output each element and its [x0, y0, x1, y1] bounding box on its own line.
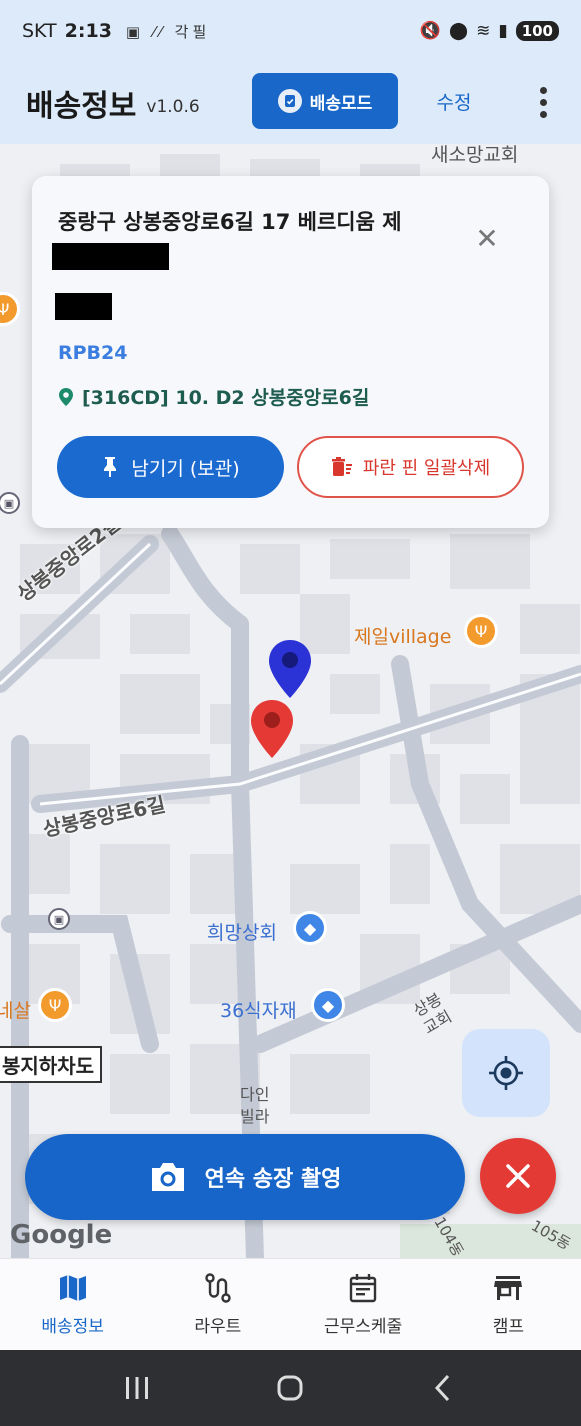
bus-stop-icon[interactable]: ▣ — [48, 908, 70, 930]
home-icon[interactable] — [275, 1373, 305, 1403]
restaurant-icon[interactable]: Ψ — [464, 614, 498, 648]
delivery-mode-button[interactable]: 배송모드 — [252, 73, 398, 129]
delivery-mode-label: 배송모드 — [309, 93, 373, 114]
delivery-address: 중랑구 상봉중앙로6길 17 베르디움 제 — [58, 210, 402, 234]
close-icon — [506, 1164, 530, 1188]
shopping-bag-icon[interactable]: ◆ — [293, 911, 327, 945]
location-text: [316CD] 10. D2 상봉중앙로6길 — [82, 387, 370, 409]
close-fab-button[interactable] — [480, 1138, 556, 1214]
app-version: v1.0.6 — [146, 97, 200, 117]
wifi-icon: ≋ — [476, 21, 491, 41]
restaurant-icon[interactable]: Ψ — [38, 988, 72, 1022]
nav-label: 배송정보 — [41, 1317, 104, 1337]
map-label-shop2: 36식자재 — [220, 1000, 297, 1022]
nav-label: 캠프 — [492, 1317, 525, 1337]
nav-camp[interactable]: 캠프 — [436, 1259, 581, 1350]
map-icon — [59, 1275, 86, 1301]
delivery-info-card: 중랑구 상봉중앙로6길 17 베르디움 제 ✕ RPB24 [316CD] 10… — [32, 176, 549, 528]
my-location-button[interactable] — [462, 1029, 550, 1117]
google-logo: Google — [10, 1220, 113, 1250]
calendar-icon — [349, 1274, 377, 1303]
map-label-village: 제일village — [354, 626, 452, 648]
camera-icon — [151, 1163, 184, 1191]
map-label-underpass: 봉지하차도 — [0, 1046, 102, 1083]
app-bar: 배송정보 v1.0.6 배송모드 수정 — [0, 62, 581, 144]
clock: 2:13 — [64, 20, 112, 42]
nav-route[interactable]: 라우트 — [145, 1259, 290, 1350]
keep-label: 남기기 (보관) — [131, 457, 240, 480]
location-line: [316CD] 10. D2 상봉중앙로6길 — [58, 383, 369, 410]
route-code: RPB24 — [58, 342, 128, 364]
store-icon — [494, 1276, 523, 1300]
mute-icon: 🔇 — [419, 21, 442, 41]
nav-delivery-info[interactable]: 배송정보 — [0, 1259, 145, 1350]
route-icon — [205, 1273, 231, 1303]
recent-apps-icon[interactable] — [122, 1375, 152, 1401]
signal-icon: ▮ — [498, 21, 508, 41]
nav-label: 라우트 — [194, 1317, 242, 1337]
system-navigation-bar — [0, 1350, 581, 1426]
back-icon[interactable] — [429, 1373, 459, 1403]
keep-button[interactable]: 남기기 (보관) — [57, 436, 284, 498]
battery-icon: 100 — [515, 21, 559, 41]
notification-icons: ▣ ⁄⁄ 각필 — [125, 22, 211, 41]
edit-button[interactable]: 수정 — [418, 73, 490, 129]
redacted-block — [55, 293, 112, 320]
close-icon[interactable]: ✕ — [474, 225, 500, 253]
shopping-bag-icon[interactable]: ◆ — [311, 988, 345, 1022]
trash-sweep-icon — [331, 457, 352, 476]
page-title: 배송정보 — [26, 89, 137, 124]
nav-label: 근무스케줄 — [324, 1317, 403, 1337]
clipboard-check-icon — [277, 89, 302, 113]
nav-schedule[interactable]: 근무스케줄 — [291, 1259, 436, 1350]
map-label-villa: 다인 빌라 — [240, 1085, 270, 1126]
pushpin-icon — [104, 457, 117, 477]
system-icons: 🔇 ⬤ ≋ ▮ 100 — [420, 21, 559, 41]
more-menu-icon[interactable] — [526, 80, 560, 124]
location-icon: ⬤ — [449, 21, 469, 41]
map-label-church: 새소망교회 — [431, 144, 519, 166]
continuous-scan-button[interactable]: 연속 송장 촬영 — [25, 1134, 465, 1220]
delete-blue-pins-button[interactable]: 파란 핀 일괄삭제 — [297, 436, 524, 498]
map-label-shop1: 희망상회 — [207, 922, 277, 944]
status-bar: SKT 2:13 ▣ ⁄⁄ 각필 🔇 ⬤ ≋ ▮ 100 — [0, 0, 581, 62]
redacted-block — [52, 243, 169, 270]
delete-label: 파란 핀 일괄삭제 — [362, 458, 491, 479]
location-pin-icon — [59, 387, 73, 406]
bottom-navigation: 배송정보 라우트 근무스케줄 캠프 — [0, 1258, 581, 1350]
scan-label: 연속 송장 촬영 — [204, 1167, 342, 1192]
crosshair-icon — [489, 1056, 523, 1090]
map-label-left: 네살 — [0, 1000, 31, 1022]
blue-pin-icon[interactable] — [266, 638, 314, 702]
red-pin-icon[interactable] — [248, 698, 296, 762]
carrier: SKT — [22, 20, 57, 42]
